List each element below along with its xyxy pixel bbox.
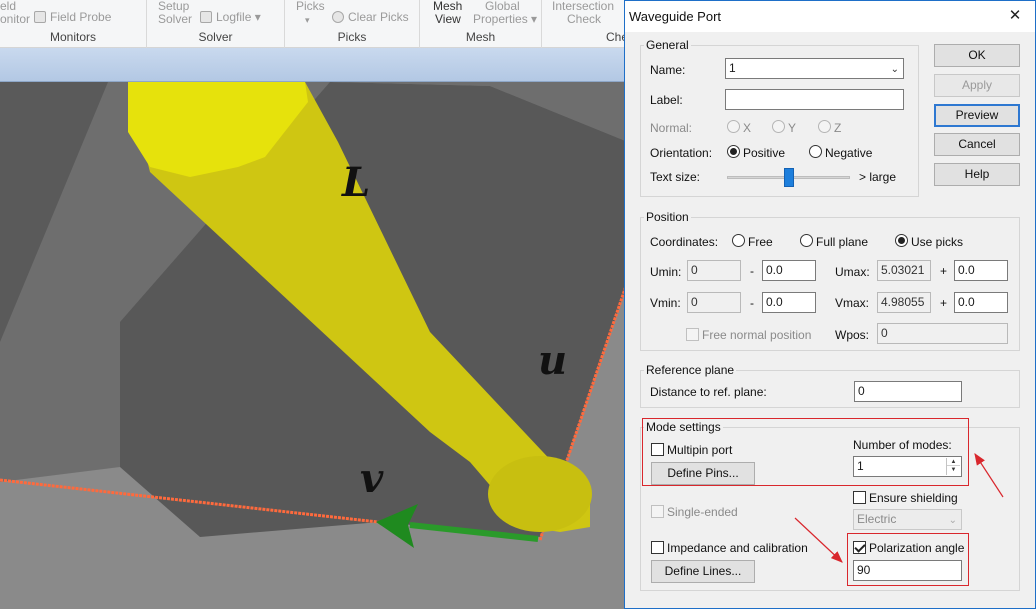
annotation-arrow-polarization [794,517,843,563]
annotation-arrow-mode-settings [974,452,1004,498]
annotation-overlay [794,452,1004,563]
